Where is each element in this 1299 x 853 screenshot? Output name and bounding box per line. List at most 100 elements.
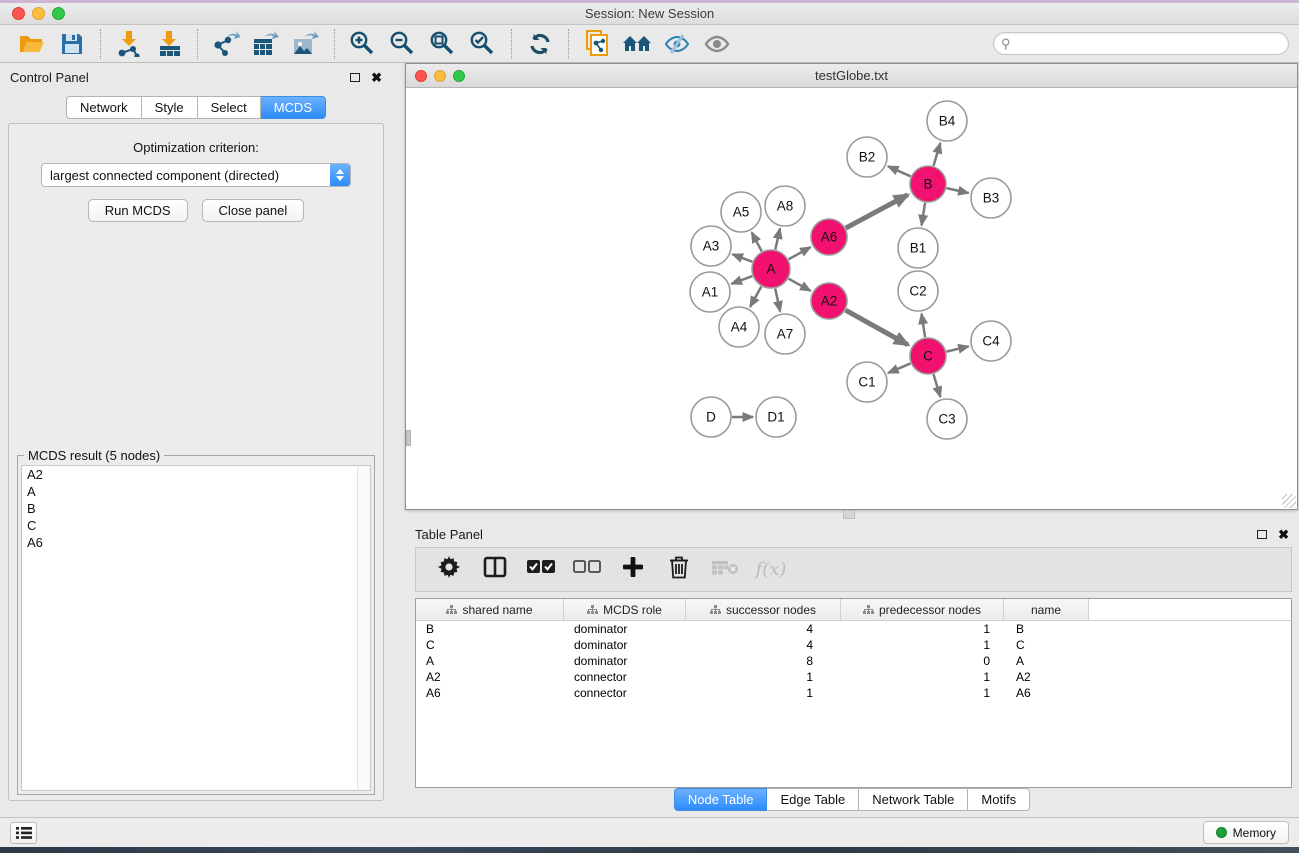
- search-input[interactable]: [1011, 37, 1288, 51]
- edge-C-C1[interactable]: [888, 363, 910, 373]
- mcds-result-item[interactable]: A2: [22, 466, 370, 483]
- edge-B-B3[interactable]: [947, 188, 969, 193]
- search-icon: ⚲: [1001, 36, 1011, 52]
- close-panel-icon[interactable]: ✖: [371, 71, 382, 84]
- mcds-result-list[interactable]: A2ABCA6: [21, 465, 371, 791]
- tab-mcds[interactable]: MCDS: [261, 96, 326, 119]
- select-all-button[interactable]: [522, 552, 560, 588]
- table-cell: connector: [564, 686, 686, 700]
- float-panel-icon[interactable]: [350, 73, 360, 82]
- edge-B-B4[interactable]: [933, 143, 940, 166]
- hide-selected-button[interactable]: [659, 28, 695, 60]
- table-tab-node-table[interactable]: Node Table: [674, 788, 768, 811]
- table-row[interactable]: A6connector11A6: [416, 685, 1291, 701]
- memory-button[interactable]: Memory: [1203, 821, 1289, 844]
- export-network-button[interactable]: [208, 28, 244, 60]
- zoom-out-button[interactable]: [385, 28, 421, 60]
- zoom-fit-button[interactable]: [425, 28, 461, 60]
- table-float-panel-icon[interactable]: [1257, 530, 1267, 539]
- close-panel-button[interactable]: Close panel: [202, 199, 305, 222]
- open-session-button[interactable]: [14, 28, 50, 60]
- show-all-button[interactable]: [699, 28, 735, 60]
- column-header-name[interactable]: name: [1004, 599, 1089, 620]
- edge-A-A3[interactable]: [732, 254, 752, 262]
- save-session-icon: [60, 32, 84, 56]
- destroy-table-icon: [711, 558, 739, 581]
- run-mcds-button[interactable]: Run MCDS: [88, 199, 188, 222]
- edge-A-A4[interactable]: [750, 287, 761, 307]
- table-cell: 1: [841, 686, 1004, 700]
- import-network-button[interactable]: [111, 28, 147, 60]
- table-tab-motifs[interactable]: Motifs: [968, 788, 1030, 811]
- table-tab-network-table[interactable]: Network Table: [859, 788, 968, 811]
- table-cell: 1: [841, 670, 1004, 684]
- column-label: predecessor nodes: [879, 603, 981, 617]
- edge-A-A6[interactable]: [789, 247, 811, 259]
- table-tab-edge-table[interactable]: Edge Table: [767, 788, 859, 811]
- edge-A-A8[interactable]: [775, 228, 780, 249]
- node-label-B1: B1: [910, 241, 927, 256]
- edge-A-A1[interactable]: [732, 276, 753, 284]
- table-panel-title: Table Panel: [415, 527, 483, 542]
- show-columns-button[interactable]: [476, 552, 514, 588]
- edge-A-A2[interactable]: [789, 279, 811, 291]
- network-from-selection-button[interactable]: [579, 28, 615, 60]
- network-view-window: testGlobe.txt AA6A2BCA5A8A3A1A4A7B2B4B3B…: [405, 63, 1298, 510]
- column-header-predecessor-nodes[interactable]: predecessor nodes: [841, 599, 1004, 620]
- toolbar-separator: [100, 29, 101, 59]
- result-list-scrollbar[interactable]: [357, 466, 370, 790]
- table-settings-button[interactable]: [430, 552, 468, 588]
- tab-select[interactable]: Select: [198, 96, 261, 119]
- import-table-button[interactable]: [151, 28, 187, 60]
- criterion-dropdown[interactable]: largest connected component (directed): [41, 163, 351, 187]
- table-cell: B: [1004, 622, 1089, 636]
- column-header-successor-nodes[interactable]: successor nodes: [686, 599, 841, 620]
- toolbar-separator: [197, 29, 198, 59]
- home-button[interactable]: [619, 28, 655, 60]
- window-resize-grip[interactable]: [1282, 494, 1296, 508]
- add-column-button[interactable]: [614, 552, 652, 588]
- save-session-button[interactable]: [54, 28, 90, 60]
- mcds-result-item[interactable]: B: [22, 500, 370, 517]
- status-bar: Memory: [0, 817, 1299, 847]
- zoom-in-button[interactable]: [345, 28, 381, 60]
- mcds-result-item[interactable]: C: [22, 517, 370, 534]
- table-row[interactable]: Adominator80A: [416, 653, 1291, 669]
- node-label-C3: C3: [938, 412, 955, 427]
- memory-label: Memory: [1233, 826, 1276, 840]
- table-row[interactable]: Bdominator41B: [416, 621, 1291, 637]
- delete-column-icon: [669, 556, 689, 584]
- edge-A-A7[interactable]: [775, 289, 780, 312]
- edge-A6-B[interactable]: [846, 195, 908, 228]
- edge-C-C3[interactable]: [933, 374, 940, 397]
- deselect-all-button[interactable]: [568, 552, 606, 588]
- column-header-MCDS-role[interactable]: MCDS role: [564, 599, 686, 620]
- edge-C-C4[interactable]: [946, 346, 968, 351]
- edge-B-B1[interactable]: [922, 203, 926, 226]
- table-row[interactable]: Cdominator41C: [416, 637, 1291, 653]
- column-type-icon: [863, 605, 874, 615]
- delete-column-button[interactable]: [660, 552, 698, 588]
- edge-B-B2[interactable]: [888, 166, 911, 176]
- export-table-button[interactable]: [248, 28, 284, 60]
- network-window-titlebar[interactable]: testGlobe.txt: [406, 64, 1297, 88]
- edge-C-C2[interactable]: [921, 314, 925, 337]
- refresh-view-button[interactable]: [522, 28, 558, 60]
- table-tabs: Node TableEdge TableNetwork TableMotifs: [405, 788, 1299, 811]
- canvas-left-scroll-thumb[interactable]: [406, 430, 411, 446]
- application-window: Session: New Session ⚲ Control Panel ✖ N…: [0, 0, 1299, 853]
- task-history-button[interactable]: [10, 822, 37, 844]
- split-pane-grip[interactable]: [843, 510, 855, 519]
- export-image-button[interactable]: [288, 28, 324, 60]
- network-canvas[interactable]: AA6A2BCA5A8A3A1A4A7B2B4B3B1C2C4C1C3DD1: [406, 88, 1297, 509]
- tab-style[interactable]: Style: [142, 96, 198, 119]
- edge-A2-C[interactable]: [846, 310, 908, 345]
- tab-network[interactable]: Network: [66, 96, 142, 119]
- table-row[interactable]: A2connector11A2: [416, 669, 1291, 685]
- mcds-result-item[interactable]: A6: [22, 534, 370, 551]
- edge-A-A5[interactable]: [752, 232, 762, 251]
- mcds-result-item[interactable]: A: [22, 483, 370, 500]
- zoom-selected-button[interactable]: [465, 28, 501, 60]
- table-close-panel-icon[interactable]: ✖: [1278, 528, 1289, 541]
- column-header-shared-name[interactable]: shared name: [416, 599, 564, 620]
